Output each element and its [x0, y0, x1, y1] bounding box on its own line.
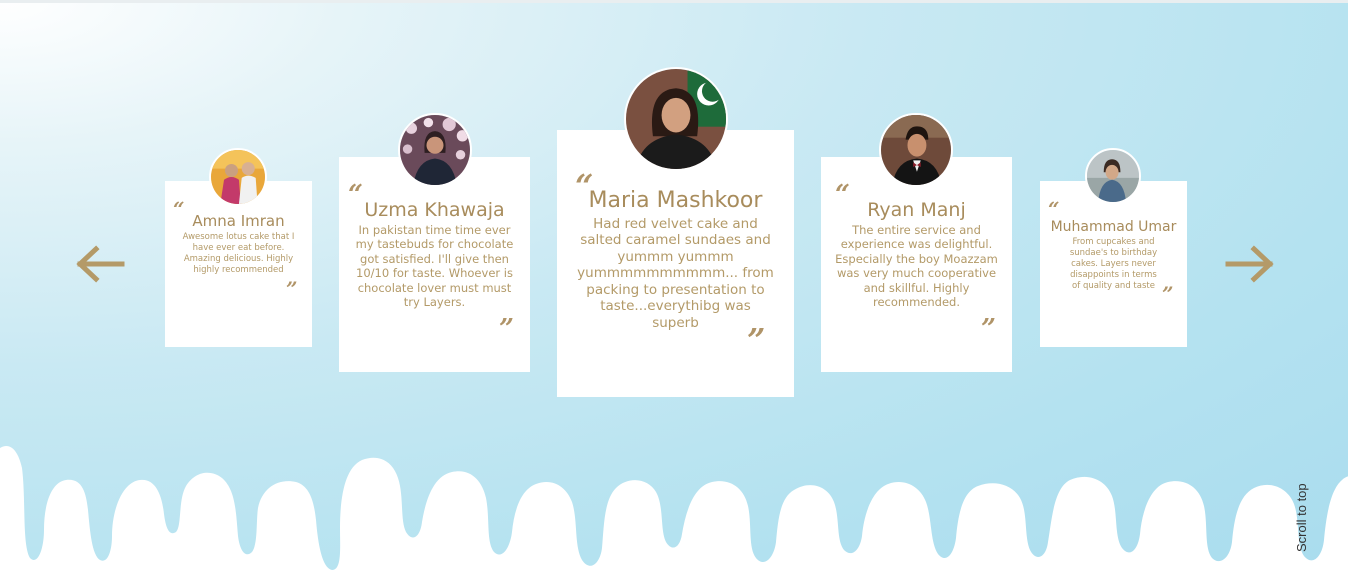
avatar: [624, 67, 728, 171]
previous-arrow-icon[interactable]: [76, 245, 126, 283]
testimonial-card: “ Uzma Khawaja In pakistan time time eve…: [339, 157, 530, 372]
testimonial-card: “ Muhammad Umar From cupcakes and sundae…: [1040, 181, 1187, 347]
testimonial-name: Maria Mashkoor: [588, 188, 763, 213]
avatar: [209, 148, 267, 206]
close-quote-icon: ”: [499, 314, 514, 344]
avatar: [1085, 148, 1141, 204]
close-quote-icon: ”: [286, 277, 298, 301]
testimonial-name: Uzma Khawaja: [364, 199, 505, 221]
testimonial-name: Muhammad Umar: [1050, 219, 1177, 235]
next-arrow-icon[interactable]: [1224, 245, 1274, 283]
testimonial-name: Amna Imran: [192, 212, 285, 230]
scroll-to-top-link[interactable]: Scroll to top: [1294, 483, 1309, 552]
top-divider: [0, 0, 1350, 3]
testimonial-quote: From cupcakes and sundae's to birthday c…: [1069, 237, 1158, 291]
avatar: [879, 113, 953, 187]
testimonial-name: Ryan Manj: [867, 199, 966, 221]
frosting-drips-decoration: [0, 446, 1350, 575]
open-quote-icon: “: [1048, 197, 1060, 221]
testimonial-quote: In pakistan time time ever my tastebuds …: [355, 223, 514, 309]
avatar: [398, 113, 472, 187]
testimonial-quote: Awesome lotus cake that I have ever eat …: [182, 232, 295, 275]
testimonial-quote: Had red velvet cake and salted caramel s…: [577, 216, 774, 331]
testimonial-quote: The entire service and experience was de…: [835, 223, 998, 309]
close-quote-icon: ”: [981, 314, 996, 344]
close-quote-icon: ”: [1162, 282, 1174, 306]
testimonial-card: “ Ryan Manj The entire service and exper…: [821, 157, 1012, 372]
close-quote-icon: ”: [747, 321, 766, 359]
